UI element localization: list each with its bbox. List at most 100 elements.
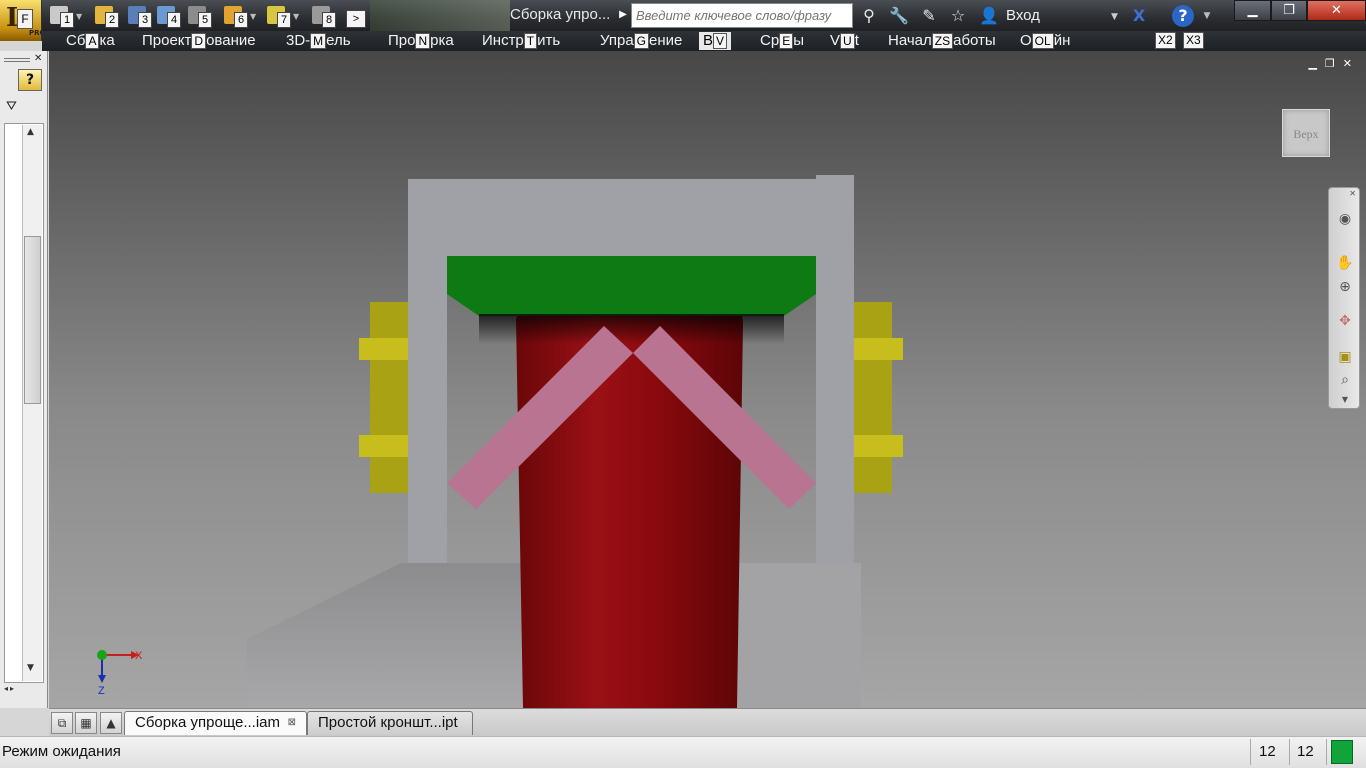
- nut-left-bottom[interactable]: [359, 435, 408, 457]
- status-separator: [1289, 739, 1290, 765]
- key-tip: 6: [234, 12, 248, 28]
- filter-icon[interactable]: ⛛: [6, 99, 17, 114]
- tree-scrollbar-thumb[interactable]: [24, 236, 41, 404]
- scroll-up-icon[interactable]: ▲: [27, 127, 34, 137]
- steering-wheel-icon[interactable]: ◉: [1336, 210, 1354, 228]
- document-tab[interactable]: Сборка упроще...iam ⊠: [124, 711, 307, 735]
- panel-grip[interactable]: [4, 58, 30, 62]
- tab-label: йн: [1053, 32, 1071, 49]
- tab-environments[interactable]: Ср Eы: [760, 32, 804, 50]
- zoom-icon[interactable]: ⊕: [1336, 278, 1354, 296]
- quick-access-undo-button[interactable]: 4: [155, 4, 189, 28]
- look-at-icon[interactable]: ▣: [1336, 348, 1354, 366]
- help-dropdown-icon[interactable]: ▼: [1196, 5, 1218, 27]
- tab-vault[interactable]: VUt: [830, 32, 859, 50]
- close-tab-icon[interactable]: ⊠: [288, 712, 296, 734]
- nut-right-top[interactable]: [854, 338, 903, 360]
- favorites-star-icon[interactable]: ☆: [947, 5, 969, 27]
- status-message: Режим ожидания: [2, 743, 121, 760]
- scroll-down-icon[interactable]: ▼: [27, 663, 34, 673]
- tab-manage[interactable]: Упра Gение: [600, 32, 682, 50]
- key-tip: V: [713, 33, 728, 49]
- red-cylinder[interactable]: [516, 309, 743, 708]
- key-tip: 2: [105, 12, 119, 28]
- key-tip: 3: [138, 12, 152, 28]
- key-tip: T: [523, 33, 538, 49]
- navbar-close-icon[interactable]: ✕: [1349, 189, 1356, 198]
- tab-label: ы: [793, 32, 804, 49]
- quick-access-update-button[interactable]: 7 ▼: [265, 4, 299, 28]
- quick-access-more-button[interactable]: >: [346, 10, 366, 28]
- wrench-icon[interactable]: 🔧: [888, 5, 910, 27]
- bolt-left[interactable]: [370, 302, 408, 493]
- user-icon[interactable]: 👤: [978, 5, 1000, 27]
- horizontal-scroll-arrows[interactable]: ◂▸: [4, 684, 44, 693]
- window-maximize-button[interactable]: ❐: [1271, 0, 1307, 21]
- tab-label: Сб: [66, 32, 86, 49]
- base-block-right[interactable]: [739, 563, 861, 708]
- bolt-right[interactable]: [854, 302, 892, 493]
- tab-inspect[interactable]: Про Nрка: [388, 32, 454, 50]
- binoculars-icon[interactable]: ⚲: [858, 5, 880, 27]
- navbar-customize-icon[interactable]: ▼: [1336, 391, 1354, 409]
- pan-icon[interactable]: ✋: [1336, 254, 1354, 272]
- chevron-down-icon[interactable]: ▼: [250, 12, 256, 21]
- key-tip: M: [310, 33, 327, 49]
- tab-model3d[interactable]: 3D- Mель: [286, 32, 351, 50]
- tab-label: Инстр: [482, 32, 524, 49]
- base-block-left[interactable]: [247, 563, 529, 708]
- tile-windows-icon[interactable]: ▦: [75, 712, 97, 734]
- tab-label: t: [854, 32, 859, 49]
- quick-access-new-button[interactable]: 1 ▼: [48, 4, 82, 28]
- coordinate-triad: Y X Z: [97, 650, 143, 695]
- 3d-model-scene[interactable]: [49, 51, 1366, 708]
- orbit-icon[interactable]: ✥: [1336, 312, 1354, 330]
- ribbon-tab-bar: Сб Aка Проект Dование 3D- Mель Про Nрка Инстр Tит…: [42, 31, 1366, 51]
- chevron-down-icon[interactable]: ▼: [76, 12, 82, 21]
- occurrence-count: 12: [1259, 743, 1276, 760]
- tab-label: V: [830, 32, 841, 49]
- quick-access-open-button[interactable]: 2: [93, 4, 127, 28]
- search-input[interactable]: [631, 3, 853, 28]
- nut-left-top[interactable]: [359, 338, 408, 360]
- quick-access-appearance-button[interactable]: 8: [310, 4, 344, 28]
- panel-help-icon[interactable]: ?: [18, 69, 42, 91]
- tab-getstarted[interactable]: Начал ZS аботы: [888, 32, 996, 50]
- document-tab-label: Простой кроншт...ipt: [318, 714, 458, 731]
- tab-label: аботы: [953, 32, 996, 49]
- chevron-down-icon[interactable]: ▼: [293, 12, 299, 21]
- window-minimize-button[interactable]: ▁: [1234, 0, 1271, 21]
- green-plate[interactable]: [447, 256, 816, 316]
- viewcube[interactable]: Верх: [1282, 109, 1330, 157]
- panel-close-icon[interactable]: ✕: [34, 53, 42, 64]
- window-close-button[interactable]: ✕: [1307, 0, 1366, 21]
- tab-online[interactable]: О OL йн: [1020, 32, 1070, 50]
- nut-right-bottom[interactable]: [854, 435, 903, 457]
- status-bar: Режим ожидания 12 12: [0, 736, 1366, 768]
- subscription-icon[interactable]: ✎: [918, 5, 940, 27]
- tab-view[interactable]: ВV: [699, 32, 732, 50]
- tab-assemble[interactable]: Сб Aка: [66, 32, 115, 50]
- zoom-window-icon[interactable]: ⌕: [1336, 371, 1354, 389]
- status-separator: [1326, 739, 1327, 765]
- login-button[interactable]: Вход: [1006, 5, 1040, 27]
- tab-design[interactable]: Проект Dование: [142, 32, 256, 50]
- quick-access-redo-button[interactable]: 5: [186, 4, 220, 28]
- tab-label: ить: [537, 32, 561, 49]
- key-tip-x2: X2: [1155, 32, 1176, 49]
- open-documents-menu-icon[interactable]: ▲: [100, 712, 122, 734]
- tab-label: Ср: [760, 32, 780, 49]
- tab-label: О: [1020, 32, 1032, 49]
- application-menu-button[interactable]: I F PRO: [0, 0, 45, 41]
- tab-label: Проект: [142, 32, 192, 49]
- exchange-apps-icon[interactable]: X: [1128, 5, 1150, 27]
- title-arrow-icon[interactable]: ▶: [616, 4, 630, 26]
- key-tip: U: [840, 33, 855, 49]
- login-dropdown-icon[interactable]: ▼: [1111, 6, 1118, 28]
- cascade-windows-icon[interactable]: ⧉: [51, 712, 73, 734]
- document-tab[interactable]: Простой кроншт...ipt: [307, 711, 473, 735]
- tab-tools[interactable]: Инстр Tить: [482, 32, 560, 50]
- help-icon[interactable]: ?: [1172, 5, 1194, 27]
- graphics-viewport[interactable]: ▁❐✕ Верх ✕ ◉ ✋ ⊕ ✥ ▣ ⌕ ▼ X Z: [49, 51, 1366, 708]
- quick-access-project-button[interactable]: 6 ▼: [222, 4, 256, 28]
